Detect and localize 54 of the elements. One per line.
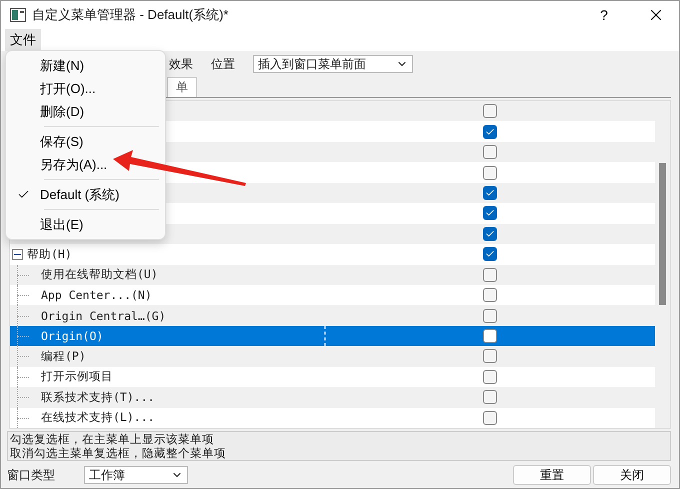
checkbox[interactable] <box>482 206 496 220</box>
checkbox[interactable] <box>482 268 496 282</box>
tree-item[interactable]: 编程(P) <box>41 348 86 364</box>
check-icon <box>484 249 494 260</box>
position-label: 位置 <box>211 56 235 72</box>
tree-item[interactable]: App Center...(N) <box>41 288 152 302</box>
hint-text: 勾选复选框，在主菜单上显示该菜单项 <box>10 432 215 446</box>
tree-item[interactable]: 在线技术支持(L)... <box>41 410 155 426</box>
effect-label: 效果 <box>169 56 193 72</box>
menu-item[interactable]: Default (系统) <box>6 183 165 206</box>
tree-item[interactable]: Origin(O) <box>41 329 104 344</box>
tree-item[interactable]: 使用在线帮助文档(U) <box>41 267 158 282</box>
checkbox[interactable] <box>482 226 496 241</box>
menu-item[interactable]: 保存(S) <box>6 130 165 153</box>
checkbox[interactable] <box>482 329 496 344</box>
checkbox[interactable] <box>482 166 496 180</box>
help-button[interactable]: ? <box>581 1 627 29</box>
check-icon <box>484 208 494 218</box>
check-icon <box>484 228 494 239</box>
menu-item[interactable]: 删除(D) <box>6 100 165 123</box>
check-icon <box>484 126 494 137</box>
scrollbar[interactable] <box>655 101 670 428</box>
menu-item[interactable]: 打开(O)... <box>6 77 165 100</box>
checkbox[interactable] <box>482 288 496 302</box>
dialog-button[interactable]: 关闭 <box>593 465 671 485</box>
check-icon <box>484 188 494 198</box>
checkbox[interactable] <box>482 124 496 139</box>
checkbox[interactable] <box>482 145 496 160</box>
tree-item[interactable]: Origin Central…(G) <box>41 308 166 323</box>
checkbox[interactable] <box>482 104 496 118</box>
window-type-label: 窗口类型 <box>7 466 55 484</box>
tab[interactable]: 单 <box>167 77 197 97</box>
checkbox[interactable] <box>482 390 496 404</box>
checkbox[interactable] <box>482 349 496 364</box>
checkbox[interactable] <box>482 308 496 323</box>
hint-text: 取消勾选主菜单复选框，隐藏整个菜单项 <box>10 446 227 460</box>
menu-item[interactable]: 退出(E) <box>6 213 165 236</box>
tree-item[interactable]: 打开示例项目 <box>41 369 113 384</box>
selected-row[interactable]: Origin(O) <box>10 326 655 346</box>
dialog-button[interactable]: 重置 <box>513 465 591 485</box>
menu-item[interactable]: 新建(N) <box>6 54 165 77</box>
menu-title[interactable]: 文件 <box>5 29 41 51</box>
app-icon <box>10 8 26 22</box>
checkbox[interactable] <box>482 186 496 200</box>
window-type-dropdown[interactable]: 工作簿 <box>84 466 188 484</box>
collapse-icon[interactable] <box>12 248 23 260</box>
tree-item[interactable]: 联系技术支持(T)... <box>41 390 155 405</box>
checkbox[interactable] <box>482 410 496 425</box>
checkbox[interactable] <box>482 370 496 384</box>
position-dropdown[interactable]: 插入到窗口菜单前面 <box>253 55 413 73</box>
checkbox[interactable] <box>482 247 496 262</box>
tree-item[interactable]: 帮助(H) <box>27 246 72 262</box>
menu-item[interactable]: 另存为(A)... <box>6 153 165 176</box>
window-title: 自定义菜单管理器 - Default(系统)* <box>32 6 230 24</box>
